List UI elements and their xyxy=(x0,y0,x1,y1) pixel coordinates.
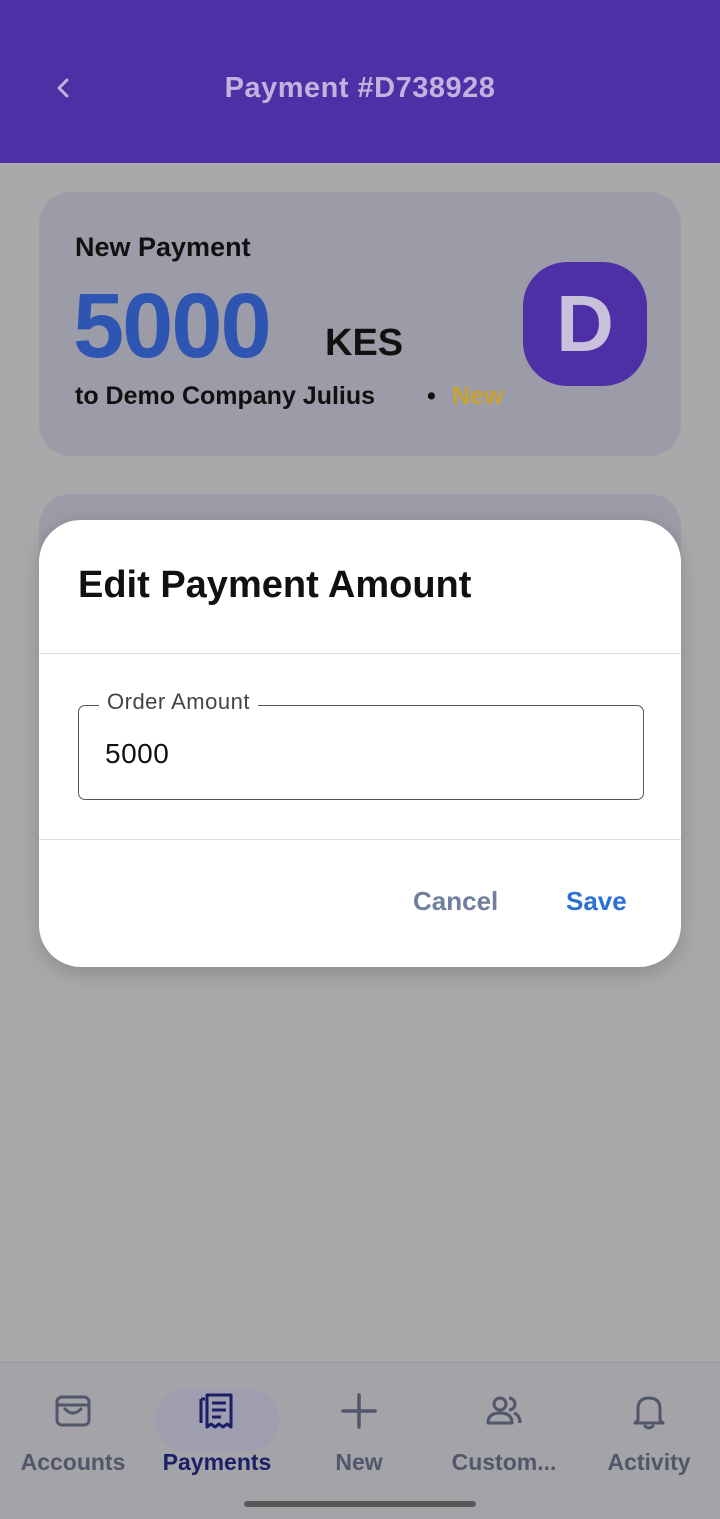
nav-label-customers: Custom... xyxy=(451,1449,557,1475)
order-amount-input[interactable]: 5000 xyxy=(105,738,169,770)
nav-item-accounts[interactable]: Accounts xyxy=(0,1363,146,1483)
payment-recipient: to Demo Company Julius xyxy=(75,382,376,410)
nav-item-activity[interactable]: Activity xyxy=(578,1363,720,1483)
order-amount-label: Order Amount xyxy=(99,689,258,715)
home-indicator xyxy=(244,1501,476,1507)
receipt-icon xyxy=(199,1393,233,1429)
nav-label-activity: Activity xyxy=(607,1449,691,1475)
avatar: D xyxy=(523,262,647,386)
plus-icon xyxy=(341,1393,377,1429)
payment-summary-card: New Payment 5000 KES to Demo Company Jul… xyxy=(39,192,681,456)
separator-dot: • xyxy=(427,382,436,410)
nav-item-payments[interactable]: Payments xyxy=(146,1363,288,1483)
bell-icon xyxy=(633,1396,665,1430)
nav-label-payments: Payments xyxy=(162,1449,272,1475)
nav-item-customers[interactable]: Custom... xyxy=(430,1363,578,1483)
save-button[interactable]: Save xyxy=(566,886,627,917)
divider xyxy=(39,839,681,840)
status-badge: New xyxy=(452,382,504,410)
payment-label: New Payment xyxy=(75,232,251,262)
customers-icon xyxy=(486,1396,522,1425)
app-header: Payment #D738928 xyxy=(0,0,720,163)
nav-item-new[interactable]: New xyxy=(288,1363,430,1483)
divider xyxy=(39,653,681,654)
bottom-nav: Accounts Payments New Custom... Activity xyxy=(0,1362,720,1519)
payment-currency: KES xyxy=(325,322,404,364)
cancel-button[interactable]: Cancel xyxy=(413,886,498,917)
payment-amount: 5000 xyxy=(73,275,272,377)
nav-label-accounts: Accounts xyxy=(20,1449,126,1475)
wallet-icon xyxy=(55,1395,91,1427)
dialog-title: Edit Payment Amount xyxy=(78,564,472,606)
nav-label-new: New xyxy=(335,1449,383,1475)
edit-amount-dialog: Edit Payment Amount Order Amount 5000 Ca… xyxy=(39,520,681,967)
order-amount-field[interactable]: Order Amount 5000 xyxy=(78,689,644,800)
page-title: Payment #D738928 xyxy=(224,72,496,104)
